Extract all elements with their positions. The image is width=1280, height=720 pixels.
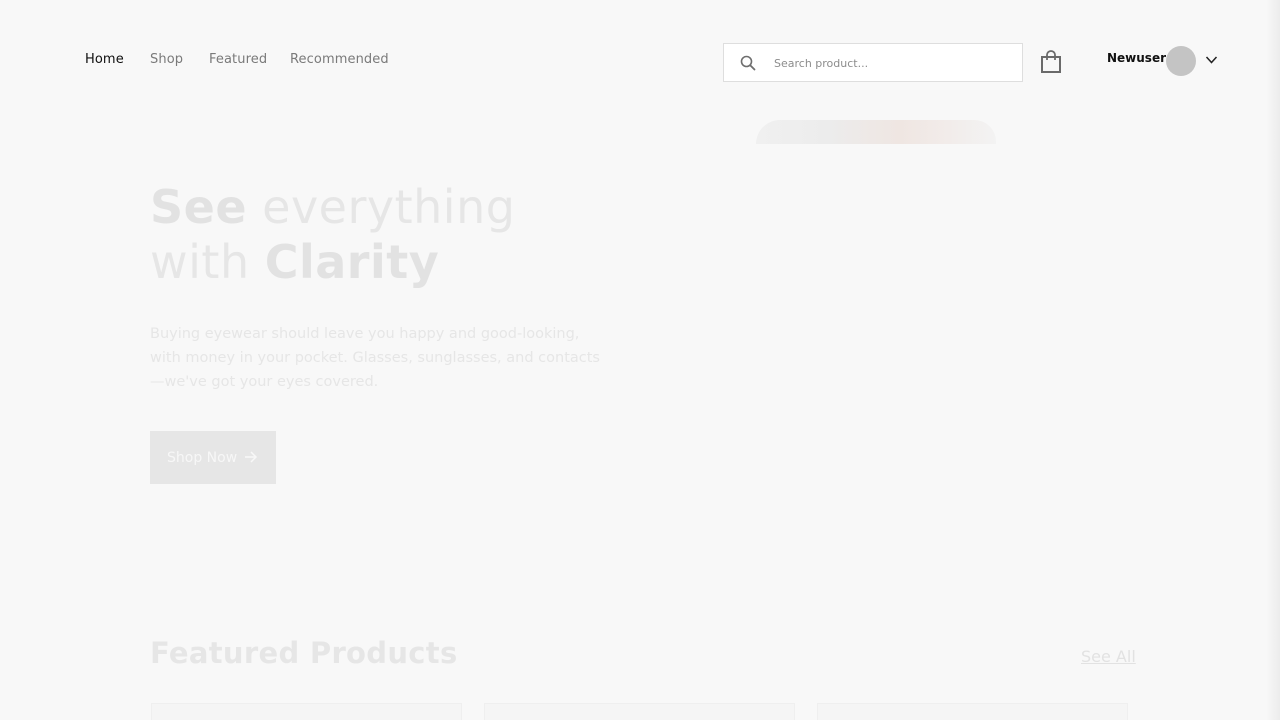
hero-title-everything: everything xyxy=(247,180,516,234)
product-card[interactable] xyxy=(484,703,795,720)
hero-title-with: with xyxy=(150,235,265,289)
arrow-right-icon xyxy=(245,451,258,463)
hero-description: Buying eyewear should leave you happy an… xyxy=(150,326,600,390)
shop-now-label: Shop Now xyxy=(167,449,238,466)
product-card[interactable] xyxy=(151,703,462,720)
hero-title-bold-clarity: Clarity xyxy=(264,235,440,289)
nav-link-home[interactable]: Home xyxy=(85,52,124,67)
search-box[interactable] xyxy=(723,43,1023,82)
page: Home Shop Featured Recommended Newuser S… xyxy=(0,0,1280,720)
shop-now-button[interactable]: Shop Now xyxy=(150,431,276,484)
product-card[interactable] xyxy=(817,703,1128,720)
nav-link-featured[interactable]: Featured xyxy=(209,52,267,67)
avatar[interactable] xyxy=(1166,46,1196,76)
user-name[interactable]: Newuser xyxy=(1107,51,1166,65)
chevron-down-icon[interactable] xyxy=(1205,55,1218,65)
scroll-edge-shadow xyxy=(1266,0,1280,720)
search-icon xyxy=(740,55,756,71)
nav-link-shop[interactable]: Shop xyxy=(150,52,183,67)
hero-image xyxy=(756,120,996,144)
featured-products-title: Featured Products xyxy=(150,636,458,670)
nav-link-recommended[interactable]: Recommended xyxy=(290,52,389,67)
hero-title-bold-see: See xyxy=(150,180,248,234)
see-all-link[interactable]: See All xyxy=(1081,647,1136,666)
hero-title: See everything with Clarity xyxy=(150,180,515,290)
search-input[interactable] xyxy=(772,53,1006,73)
shopping-bag-icon[interactable] xyxy=(1040,50,1062,74)
